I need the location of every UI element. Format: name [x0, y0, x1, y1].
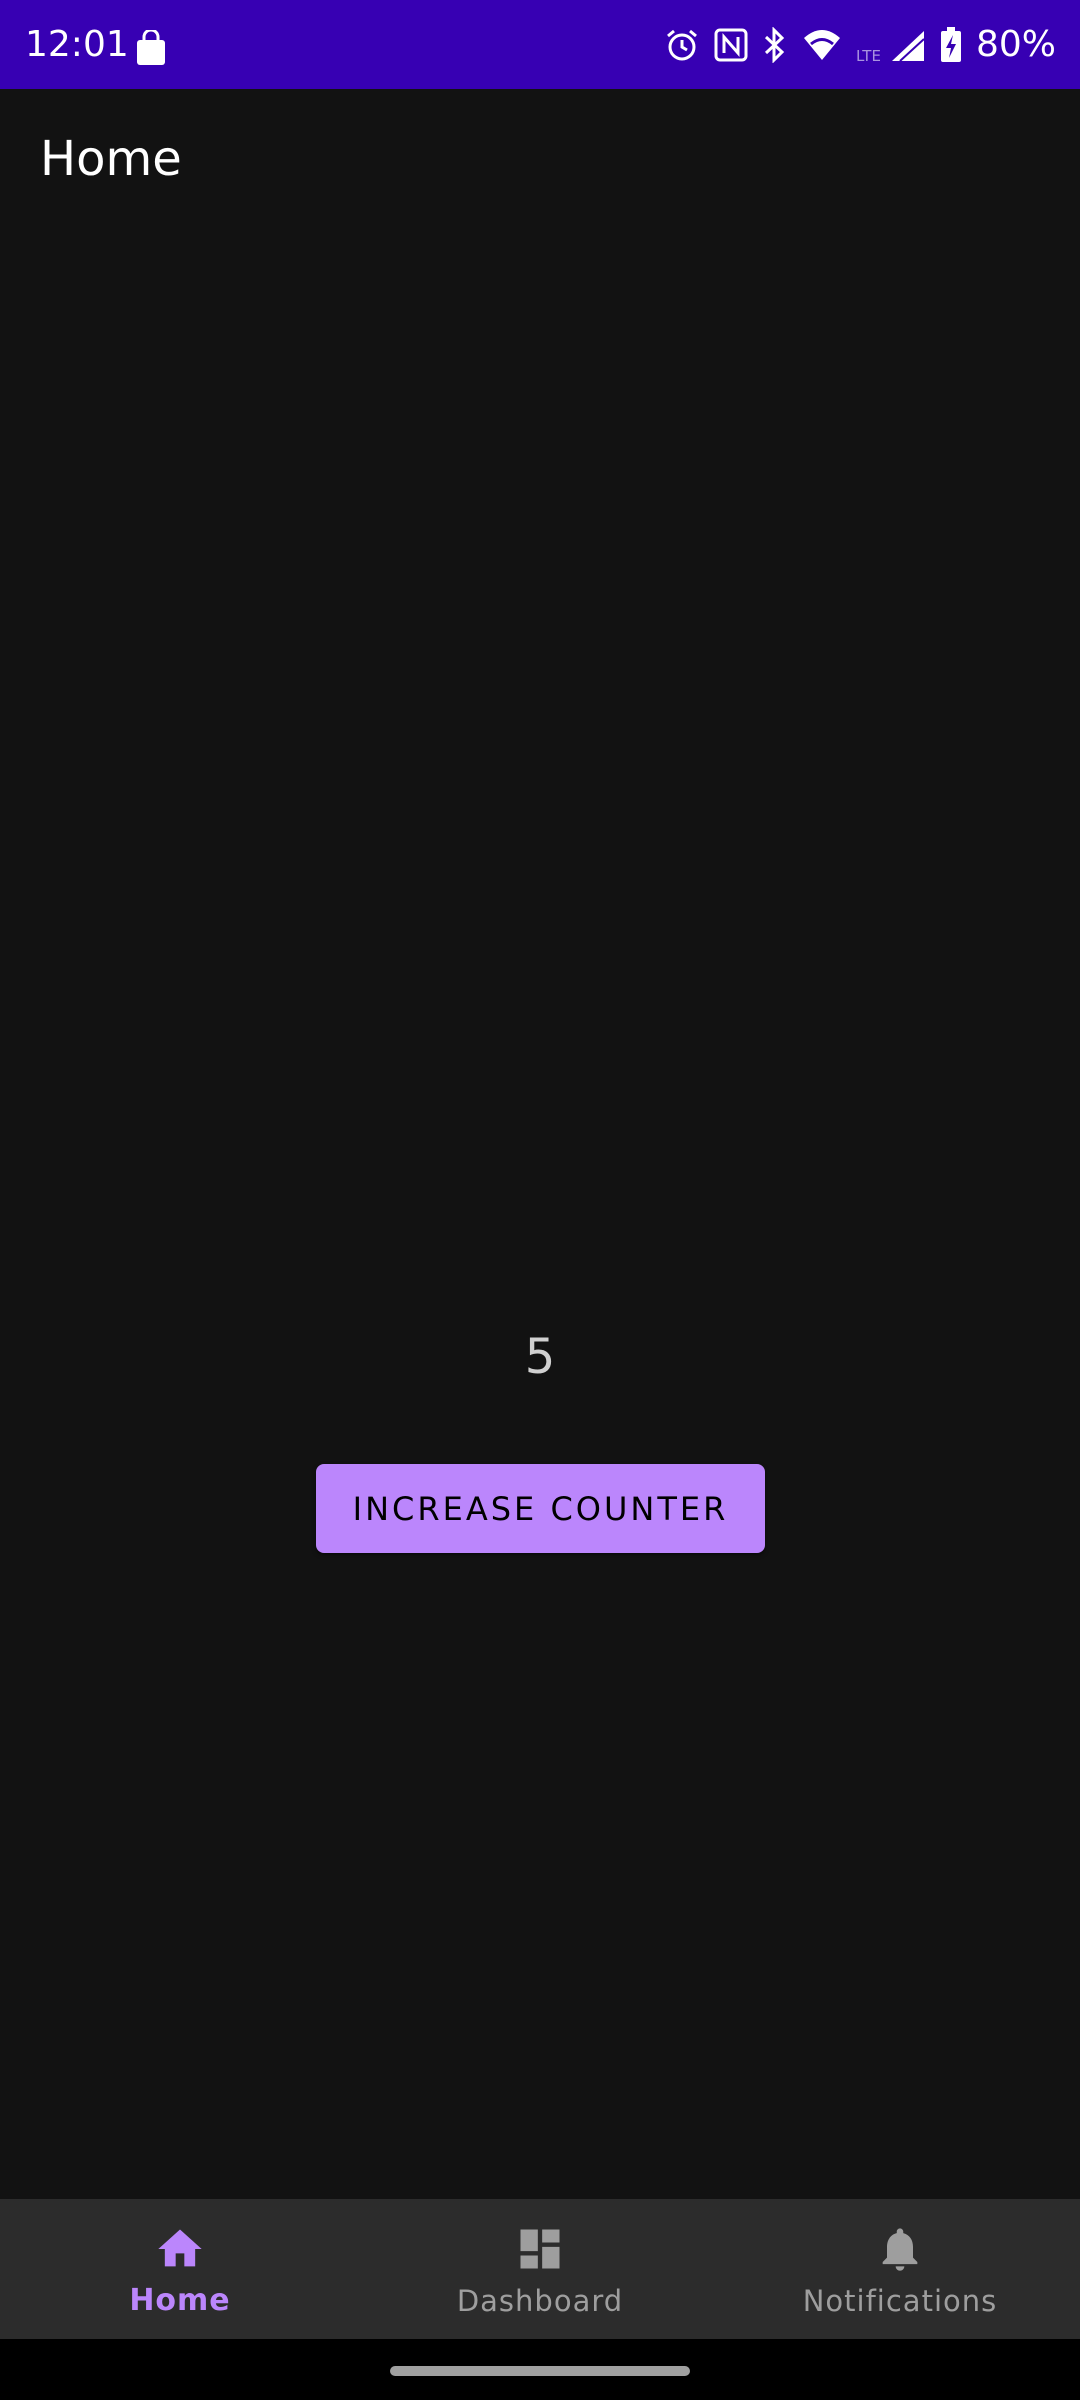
bell-icon [882, 2228, 918, 2271]
alarm-icon [667, 29, 697, 61]
shopping-bag-icon [137, 30, 165, 65]
status-bar: 12:01 LTE 80% [0, 0, 1080, 89]
gesture-navigation-area [0, 2339, 1080, 2400]
nav-item-dashboard[interactable]: Dashboard [360, 2199, 720, 2339]
status-icons: LTE 80% [664, 22, 1056, 68]
increase-counter-button[interactable]: INCREASE COUNTER [316, 1464, 765, 1553]
home-screen: Home 5 INCREASE COUNTER [0, 89, 1080, 2199]
gesture-handle[interactable] [390, 2366, 690, 2376]
dashboard-icon [520, 2229, 560, 2269]
page-title: Home [40, 131, 182, 187]
svg-text:LTE: LTE [856, 47, 881, 63]
bluetooth-icon [764, 27, 785, 63]
nav-item-home[interactable]: Home [0, 2199, 360, 2339]
nav-label-home: Home [129, 2283, 231, 2318]
lte-signal-icon: LTE [856, 31, 925, 63]
home-icon [158, 2229, 202, 2267]
counter-value: 5 [524, 1329, 556, 1385]
battery-percent: 80% [975, 24, 1056, 65]
bottom-navigation: Home Dashboard Notifications [0, 2199, 1080, 2339]
battery-charging-icon [940, 27, 961, 62]
nav-label-dashboard: Dashboard [456, 2284, 624, 2318]
wifi-icon [803, 30, 840, 60]
nfc-icon [714, 28, 748, 62]
nav-item-notifications[interactable]: Notifications [720, 2199, 1080, 2339]
status-time: 12:01 [25, 24, 129, 65]
nav-label-notifications: Notifications [802, 2284, 998, 2318]
